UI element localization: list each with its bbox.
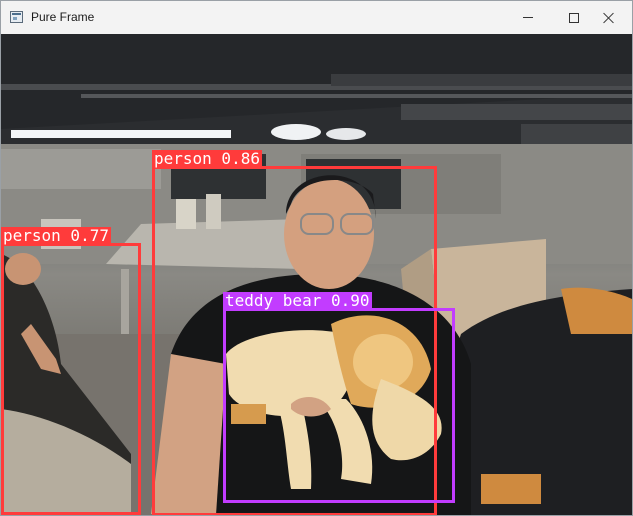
app-window: Pure Frame person 0.86 person 0.77 teddy… <box>0 0 633 516</box>
app-icon <box>10 11 23 23</box>
detection-label-person-1: person 0.86 <box>152 149 262 168</box>
detection-box-person-2 <box>1 243 141 515</box>
camera-frame: person 0.86 person 0.77 teddy bear 0.90 <box>1 34 632 515</box>
window-title: Pure Frame <box>31 10 95 24</box>
close-icon <box>603 12 615 24</box>
detection-label-person-2: person 0.77 <box>1 226 111 245</box>
title-bar[interactable]: Pure Frame <box>1 1 632 34</box>
minimize-button[interactable] <box>505 1 551 34</box>
close-button[interactable] <box>586 1 632 34</box>
maximize-icon <box>569 12 579 23</box>
minimize-icon <box>523 17 533 18</box>
detection-label-teddy-bear: teddy bear 0.90 <box>223 291 372 310</box>
detection-box-teddy-bear <box>223 308 455 503</box>
